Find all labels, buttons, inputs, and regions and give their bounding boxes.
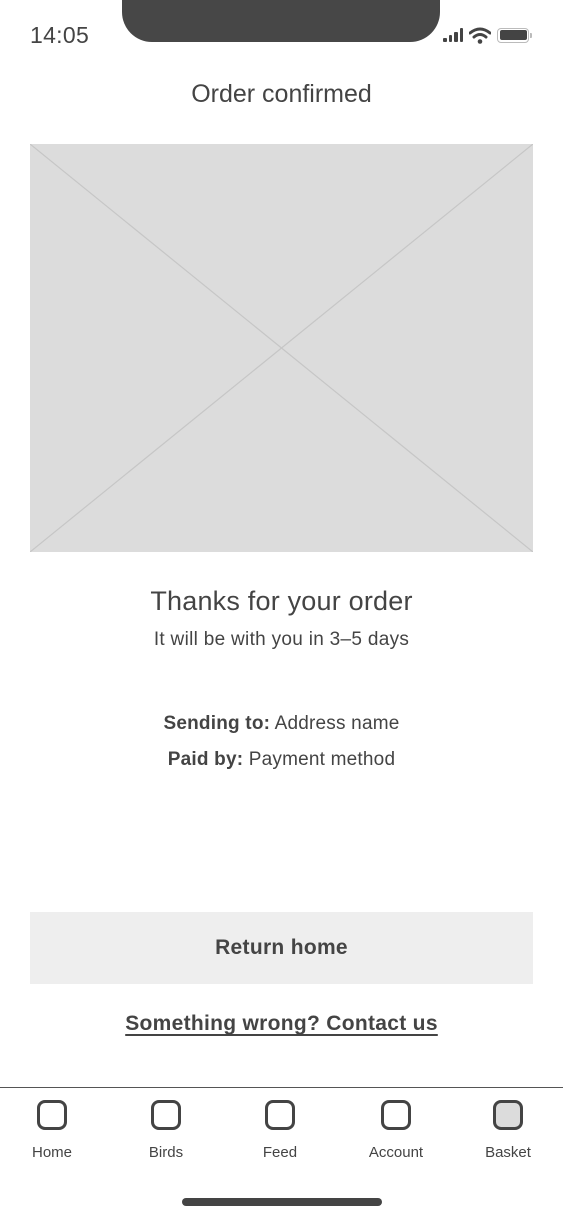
image-placeholder-icon bbox=[30, 144, 533, 552]
paid-by-value: Payment method bbox=[248, 749, 396, 770]
tab-basket[interactable]: Basket bbox=[463, 1100, 553, 1161]
order-image-placeholder bbox=[30, 144, 533, 552]
battery-icon bbox=[497, 27, 532, 43]
tab-label: Home bbox=[31, 1144, 72, 1161]
home-icon bbox=[37, 1100, 67, 1130]
basket-icon bbox=[493, 1100, 523, 1130]
tab-birds[interactable]: Birds bbox=[121, 1100, 211, 1161]
sending-to-row: Sending to: Address name bbox=[0, 713, 563, 735]
contact-us-link[interactable]: Something wrong? Contact us bbox=[0, 1012, 563, 1036]
tab-label: Feed bbox=[262, 1144, 298, 1161]
return-home-button[interactable]: Return home bbox=[30, 912, 533, 984]
status-icons bbox=[443, 24, 532, 46]
sending-to-label: Sending to: bbox=[163, 713, 271, 734]
paid-by-label: Paid by: bbox=[167, 749, 244, 770]
device-notch bbox=[122, 0, 440, 42]
delivery-eta: It will be with you in 3–5 days bbox=[153, 629, 410, 650]
tab-label: Account bbox=[368, 1144, 424, 1161]
sending-to-value: Address name bbox=[274, 713, 400, 734]
home-indicator[interactable] bbox=[182, 1198, 382, 1206]
tab-label: Birds bbox=[148, 1144, 184, 1161]
wifi-icon bbox=[469, 27, 491, 44]
status-time: 14:05 bbox=[30, 22, 90, 48]
tab-feed[interactable]: Feed bbox=[235, 1100, 325, 1161]
page-title: Order confirmed bbox=[191, 80, 372, 108]
thanks-heading: Thanks for your order bbox=[150, 586, 413, 616]
tab-account[interactable]: Account bbox=[351, 1100, 441, 1161]
birds-icon bbox=[151, 1100, 181, 1130]
feed-icon bbox=[265, 1100, 295, 1130]
cellular-signal-icon bbox=[443, 28, 463, 42]
tab-home[interactable]: Home bbox=[7, 1100, 97, 1161]
paid-by-row: Paid by: Payment method bbox=[0, 749, 563, 771]
order-confirmed-screen: 14:05 Order confirmed Thanks for your or… bbox=[0, 0, 563, 1218]
tab-label: Basket bbox=[485, 1144, 531, 1161]
account-icon bbox=[381, 1100, 411, 1130]
